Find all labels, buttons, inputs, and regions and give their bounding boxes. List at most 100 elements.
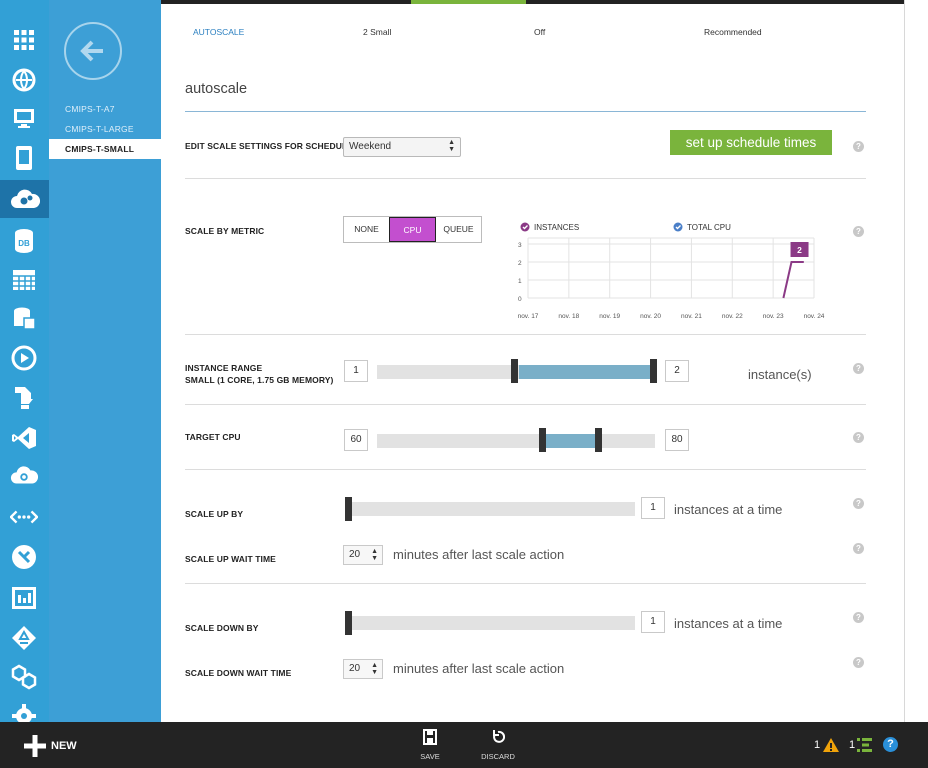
x-tick-label: nov. 19: [599, 313, 620, 320]
instance-range-max-handle[interactable]: [650, 359, 657, 383]
table-cell-status: Off: [534, 27, 546, 37]
warning-icon[interactable]: [822, 737, 840, 753]
scale-page-content: AUTOSCALE 2 Small Off Recommended autosc…: [161, 0, 904, 722]
warning-count[interactable]: 1: [814, 739, 820, 751]
help-icon[interactable]: ?: [853, 543, 864, 554]
scale-down-wait-spinner[interactable]: 20 ▲ ▼: [343, 659, 383, 679]
help-icon[interactable]: ?: [853, 141, 864, 152]
divider: [185, 334, 866, 335]
traffic-manager-icon[interactable]: [10, 543, 38, 571]
help-icon[interactable]: ?: [853, 226, 864, 237]
right-scrollbar[interactable]: [904, 0, 928, 722]
storage-table-icon[interactable]: [10, 266, 38, 294]
cache-icon[interactable]: [10, 463, 38, 491]
select-arrows-icon: ▲ ▼: [448, 139, 455, 153]
x-tick-label: nov. 23: [763, 313, 784, 320]
help-button[interactable]: ?: [883, 737, 898, 752]
instance-max-input[interactable]: 2: [665, 360, 689, 382]
biztalk-services-icon[interactable]: [10, 663, 38, 691]
x-tick-label: nov. 21: [681, 313, 702, 320]
legend-label: TOTAL CPU: [687, 223, 731, 232]
back-button[interactable]: [64, 22, 122, 80]
activity-list-icon[interactable]: [857, 738, 872, 752]
table-cell-recommendation: Recommended: [704, 27, 762, 37]
scale-up-wait-label: SCALE UP WAIT TIME: [185, 554, 276, 564]
help-icon[interactable]: ?: [853, 363, 864, 374]
scale-down-by-label: SCALE DOWN BY: [185, 623, 259, 633]
spinner-arrows-icon: ▲ ▼: [371, 548, 378, 562]
metric-queue-option[interactable]: QUEUE: [436, 217, 481, 242]
cloud-services-icon[interactable]: [0, 180, 49, 218]
help-icon[interactable]: ?: [853, 432, 864, 443]
service-bus-icon[interactable]: [10, 384, 38, 412]
scale-up-wait-spinner[interactable]: 20 ▲ ▼: [343, 545, 383, 565]
target-cpu-track[interactable]: [377, 434, 655, 448]
target-cpu-min-input[interactable]: 60: [344, 429, 368, 451]
metric-label: SCALE BY METRIC: [185, 226, 265, 236]
divider: [185, 469, 866, 470]
nav-item-cmips-t-small[interactable]: CMIPS-T-SMALL: [49, 139, 161, 159]
notification-count[interactable]: 1: [849, 739, 855, 751]
scale-down-by-input[interactable]: 1: [641, 611, 665, 633]
metric-none-option[interactable]: NONE: [344, 217, 389, 242]
section-title: autoscale: [185, 81, 248, 97]
new-button[interactable]: [24, 735, 46, 757]
instances-data-label: 2: [797, 245, 802, 255]
discard-label: DISCARD: [481, 752, 515, 761]
instance-range-min-handle[interactable]: [511, 359, 518, 383]
target-cpu-max-handle[interactable]: [595, 428, 602, 452]
networks-icon[interactable]: [10, 503, 38, 531]
visual-studio-icon[interactable]: [10, 424, 38, 452]
target-cpu-label: TARGET CPU: [185, 432, 241, 442]
scale-down-wait-value: 20: [349, 663, 361, 674]
scale-up-by-unit: instances at a time: [674, 502, 783, 517]
divider: [185, 178, 866, 179]
target-cpu-min-handle[interactable]: [539, 428, 546, 452]
discard-button[interactable]: DISCARD: [480, 729, 516, 761]
target-cpu-fill: [545, 434, 597, 448]
active-directory-icon[interactable]: [10, 624, 38, 652]
save-button[interactable]: SAVE: [418, 729, 442, 761]
x-tick-label: nov. 18: [558, 313, 579, 320]
virtual-machines-icon[interactable]: [10, 104, 38, 132]
nav-item-cmips-t-a7[interactable]: CMIPS-T-A7: [49, 99, 161, 119]
scale-up-by-track[interactable]: [350, 502, 635, 516]
cloud-service-navigation: CMIPS-T-A7 CMIPS-T-LARGE CMIPS-T-SMALL: [49, 0, 161, 722]
scale-up-by-input[interactable]: 1: [641, 497, 665, 519]
settings-icon[interactable]: [10, 702, 38, 722]
save-label: SAVE: [420, 752, 440, 761]
web-sites-icon[interactable]: [10, 66, 38, 94]
media-services-icon[interactable]: [10, 344, 38, 372]
table-cell-autoscale[interactable]: AUTOSCALE: [193, 27, 244, 37]
scale-down-wait-label: SCALE DOWN WAIT TIME: [185, 668, 292, 678]
hdinsight-icon[interactable]: [10, 305, 38, 333]
metric-chart: INSTANCES TOTAL CPU 3 2 1 0 nov. 17 nov. 18 nov.…: [518, 222, 825, 320]
scale-up-wait-value: 20: [349, 549, 361, 560]
metric-cpu-option[interactable]: CPU: [389, 217, 436, 242]
y-tick-label: 2: [518, 260, 522, 267]
legend-check-icon: [673, 222, 683, 232]
management-services-icon[interactable]: [10, 584, 38, 612]
divider: [185, 404, 866, 405]
help-icon[interactable]: ?: [853, 498, 864, 509]
y-tick-label: 0: [518, 296, 522, 303]
mobile-services-icon[interactable]: [10, 144, 38, 172]
scale-up-by-handle[interactable]: [345, 497, 352, 521]
target-cpu-max-input[interactable]: 80: [665, 429, 689, 451]
schedule-select[interactable]: Weekend ▲ ▼: [343, 137, 461, 157]
divider: [185, 583, 866, 584]
sql-databases-icon[interactable]: DB: [10, 227, 38, 255]
help-icon[interactable]: ?: [853, 657, 864, 668]
back-arrow-icon: [80, 40, 103, 62]
scale-down-by-track[interactable]: [350, 616, 635, 630]
x-tick-label: nov. 24: [804, 313, 825, 320]
new-button-label[interactable]: NEW: [51, 740, 77, 752]
scale-down-by-handle[interactable]: [345, 611, 352, 635]
nav-item-cmips-t-large[interactable]: CMIPS-T-LARGE: [49, 119, 161, 139]
set-up-schedule-button[interactable]: set up schedule times: [670, 130, 832, 155]
instance-size-label: SMALL (1 CORE, 1.75 GB MEMORY): [185, 375, 334, 385]
instance-min-input[interactable]: 1: [344, 360, 368, 382]
scale-down-wait-unit: minutes after last scale action: [393, 661, 565, 676]
all-items-icon[interactable]: [10, 26, 38, 54]
help-icon[interactable]: ?: [853, 612, 864, 623]
